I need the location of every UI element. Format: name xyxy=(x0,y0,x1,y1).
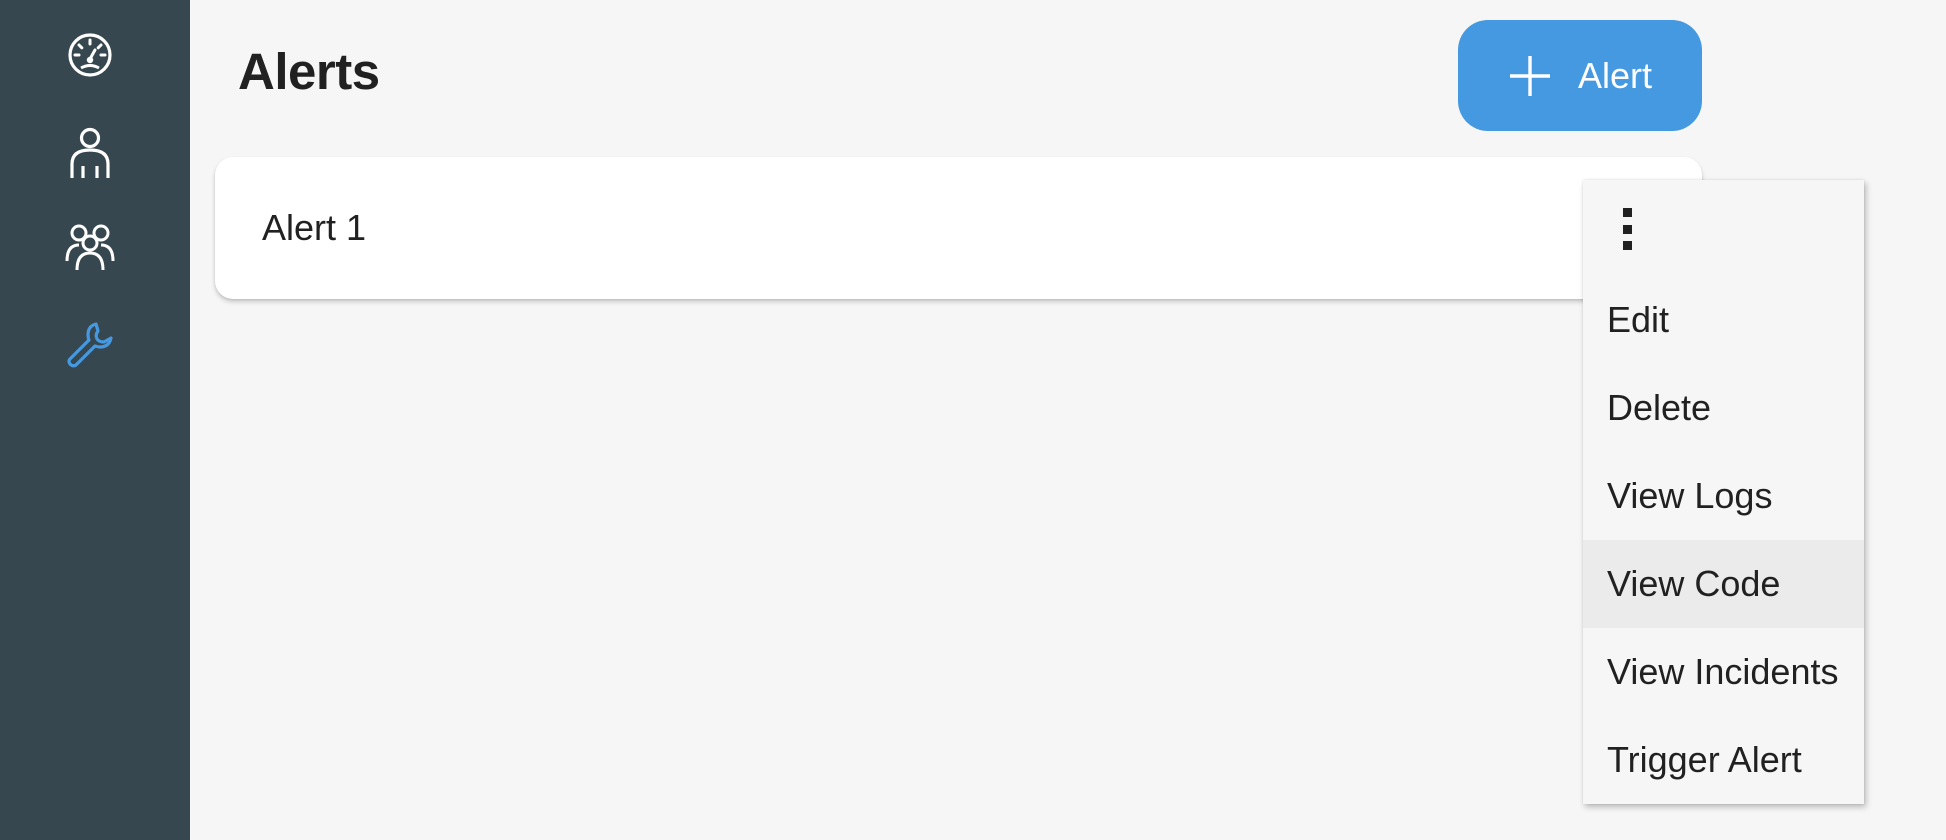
sidebar-item-tools[interactable] xyxy=(60,314,120,374)
add-alert-button-label: Alert xyxy=(1577,54,1653,96)
kebab-menu-icon[interactable] xyxy=(1619,208,1635,250)
add-alert-button[interactable]: Alert xyxy=(1458,20,1702,131)
sidebar-item-groups[interactable] xyxy=(60,216,120,276)
menu-item-trigger-alert[interactable]: Trigger Alert xyxy=(1583,716,1864,804)
page-title: Alerts xyxy=(238,43,380,100)
menu-item-view-code[interactable]: View Code xyxy=(1583,540,1864,628)
sidebar-item-dashboard[interactable] xyxy=(60,25,120,85)
menu-item-edit[interactable]: Edit xyxy=(1583,276,1864,364)
users-group-icon xyxy=(65,224,115,271)
user-icon xyxy=(70,127,110,178)
wrench-icon xyxy=(67,322,113,368)
alert-card[interactable]: Alert 1 xyxy=(215,157,1702,299)
speedometer-icon xyxy=(68,33,112,77)
menu-item-view-incidents[interactable]: View Incidents xyxy=(1583,628,1864,716)
alert-actions-menu: Edit Delete View Logs View Code View Inc… xyxy=(1583,180,1864,804)
menu-item-view-logs[interactable]: View Logs xyxy=(1583,452,1864,540)
alert-name: Alert 1 xyxy=(262,207,367,248)
sidebar-item-users[interactable] xyxy=(60,123,120,183)
menu-item-delete[interactable]: Delete xyxy=(1583,364,1864,452)
plus-icon xyxy=(1509,55,1550,96)
sidebar xyxy=(0,0,190,840)
